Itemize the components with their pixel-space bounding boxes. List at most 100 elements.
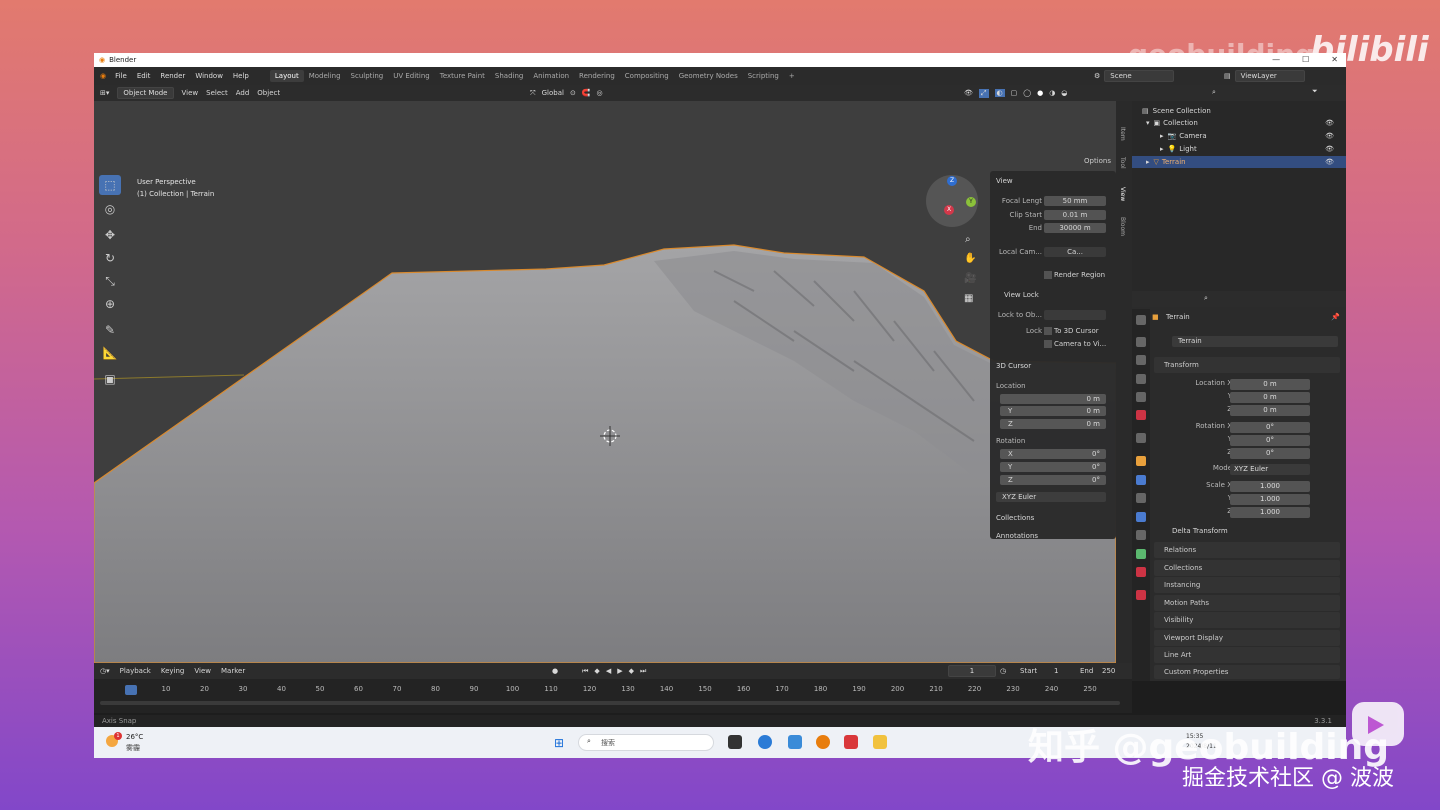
tab-view[interactable]: View [1119,187,1126,201]
scale-z-field[interactable]: 1.000 [1230,507,1310,518]
frame-start-field[interactable]: 1 [1054,667,1058,675]
constraints-props-icon[interactable] [1136,530,1146,540]
add-cube-tool[interactable]: ▣ [99,369,121,389]
cursor-rotation-x[interactable]: 0° [1000,448,1106,459]
scale-x-field[interactable]: 1.000 [1230,481,1310,492]
section-collections[interactable]: Collections [996,514,1034,522]
section-motion-paths[interactable]: Motion Paths [1154,595,1340,611]
workspace-tab-scripting[interactable]: Scripting [743,70,784,82]
section-3d-cursor[interactable]: 3D Cursor [996,362,1031,370]
menu-timeline-view[interactable]: View [194,667,211,675]
transform-orientation-dropdown[interactable]: Global [542,89,564,97]
object-props-icon[interactable] [1136,456,1146,466]
section-view[interactable]: View [996,177,1013,185]
solid-shading-icon[interactable]: ● [1037,89,1043,97]
ortho-grid-icon[interactable]: ▦ [964,293,973,304]
menu-keying[interactable]: Keying [161,667,185,675]
move-tool[interactable]: ✥ [99,225,121,245]
object-mode-dropdown[interactable]: Object Mode [117,87,174,99]
location-x-field[interactable]: 0 m [1230,379,1310,390]
task-view-icon[interactable] [728,735,742,749]
maximize-icon[interactable]: ☐ [1302,55,1309,64]
cursor-rotation-z[interactable]: 0° [1000,474,1106,485]
current-frame-field[interactable]: 1 [948,665,996,677]
proportional-edit-icon[interactable]: ◎ [597,89,603,97]
light-visibility-icon[interactable]: 👁 [1325,145,1334,153]
section-instancing[interactable]: Instancing [1154,577,1340,593]
collection-label[interactable]: Collection [1163,119,1198,127]
notes-app-icon[interactable] [788,735,802,749]
cursor-tool[interactable]: ◎ [99,199,121,219]
transform-tool[interactable]: ⊕ [99,294,121,314]
menu-view[interactable]: View [182,89,199,97]
view-layer-selector[interactable]: ViewLayer [1234,70,1305,82]
gizmo-toggle-icon[interactable]: ⤢ [978,88,989,98]
tab-tool[interactable]: Tool [1119,157,1126,169]
frame-end-field[interactable]: 250 [1102,667,1115,675]
section-viewport-display[interactable]: Viewport Display [1154,630,1340,646]
render-props-icon[interactable] [1136,337,1146,347]
section-annotations[interactable]: Annotations [996,532,1038,540]
jump-end-icon[interactable]: ⏭ [640,667,646,676]
lock-to-object-field[interactable] [1044,309,1106,320]
view-layer-props-icon[interactable] [1136,374,1146,384]
modifier-props-icon[interactable] [1136,475,1146,485]
add-workspace-button[interactable]: + [784,70,800,82]
jump-start-icon[interactable]: ⏮ [582,667,588,676]
file-explorer-icon[interactable] [873,735,887,749]
camera-view-icon[interactable]: 🎥 [964,273,976,284]
light-expand-icon[interactable]: ▸ [1160,145,1164,153]
rotation-z-field[interactable]: 0° [1230,448,1310,459]
pin-icon[interactable]: 📌 [1331,313,1340,321]
collection-props-icon[interactable] [1136,433,1146,443]
scale-tool[interactable]: ⤡ [99,271,121,291]
terrain-expand-icon[interactable]: ▸ [1146,158,1150,166]
menu-edit[interactable]: Edit [132,72,156,80]
camera-visibility-icon[interactable]: 👁 [1325,132,1334,140]
outliner-item-terrain[interactable]: Terrain [1162,158,1186,166]
cursor-location-z[interactable]: 0 m [1000,418,1106,429]
blender-logo-icon[interactable]: ◉ [100,72,106,80]
next-keyframe-icon[interactable]: ◆ [629,667,634,676]
tool-props-icon[interactable] [1136,315,1146,325]
timeline-editor-icon[interactable]: ◷▾ [100,667,110,675]
prev-keyframe-icon[interactable]: ◆ [594,667,599,676]
local-camera-field[interactable]: Ca... [1044,246,1106,257]
workspace-tab-modeling[interactable]: Modeling [304,70,346,82]
particles-props-icon[interactable] [1136,493,1146,503]
tab-item[interactable]: Item [1119,127,1126,141]
gizmo-y-axis[interactable]: Y [966,197,976,207]
outliner-item-camera[interactable]: Camera [1179,132,1206,140]
focal-length-field[interactable]: 50 mm [1044,195,1106,206]
location-z-field[interactable]: 0 m [1230,405,1310,416]
workspace-tab-uv-editing[interactable]: UV Editing [388,70,435,82]
options-button[interactable]: Options [1084,157,1111,165]
location-y-field[interactable]: 0 m [1230,392,1310,403]
menu-marker[interactable]: Marker [221,667,245,675]
texture-props-icon[interactable] [1136,590,1146,600]
app-red-icon[interactable] [844,735,858,749]
world-props-icon[interactable] [1136,410,1146,420]
scene-collection-label[interactable]: Scene Collection [1153,107,1211,115]
material-props-icon[interactable] [1136,567,1146,577]
clip-start-field[interactable]: 0.01 m [1044,209,1106,220]
tab-bloom[interactable]: Bloom [1119,217,1126,236]
outliner-item-light[interactable]: Light [1179,145,1196,153]
close-icon[interactable]: ✕ [1331,55,1338,64]
menu-help[interactable]: Help [228,72,254,80]
workspace-tab-shading[interactable]: Shading [490,70,528,82]
wireframe-shading-icon[interactable]: ◯ [1023,89,1031,97]
browser-icon[interactable] [758,735,772,749]
workspace-tab-animation[interactable]: Animation [528,70,574,82]
workspace-tab-sculpting[interactable]: Sculpting [346,70,389,82]
section-collections[interactable]: Collections [1154,560,1340,576]
scene-props-icon[interactable] [1136,392,1146,402]
record-button-icon[interactable]: ● [552,667,558,676]
collection-visibility-icon[interactable]: 👁 [1325,119,1334,127]
material-shading-icon[interactable]: ◑ [1049,89,1055,97]
workspace-tab-layout[interactable]: Layout [269,70,304,82]
camera-to-view-checkbox[interactable] [1044,339,1052,348]
section-visibility[interactable]: Visibility [1154,612,1340,628]
gizmo-x-axis[interactable]: X [944,205,954,215]
object-name-field[interactable]: Terrain [1172,336,1338,347]
